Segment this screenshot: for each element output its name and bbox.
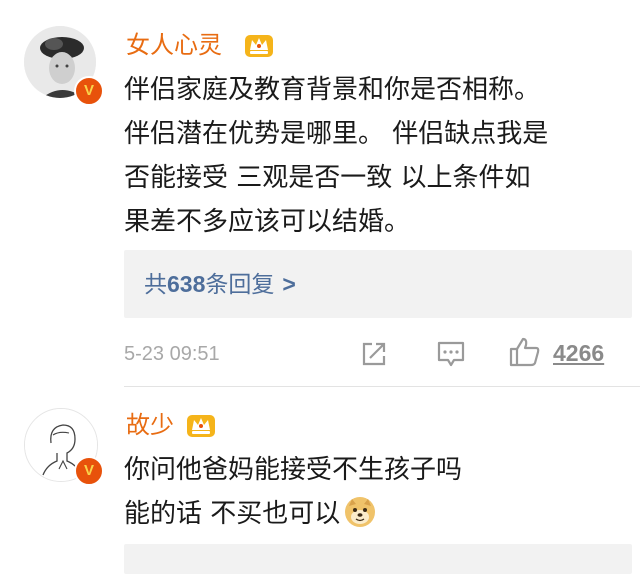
comment-text-line: 否能接受 三观是否一致 以上条件如 [124,163,531,193]
comment-divider [124,386,640,387]
comment-text-line: 你问他爸妈能接受不生孩子吗 [124,455,463,485]
like-count[interactable]: 4266 [553,338,604,368]
comment-item: V 女人心灵 伴侣家庭及教育背景和你是否相称。 伴侣潜在优势是哪里。 伴侣缺点我… [0,0,640,380]
view-replies-link[interactable]: 共638条回复 > [144,268,296,301]
comment-text-line: 能的话 不买也可以 [124,494,376,534]
username[interactable]: 女人心灵 [126,28,222,62]
verified-badge: V [74,76,104,106]
replies-suffix: 条回复 [205,272,275,298]
doge-emoji-icon [345,497,376,527]
comment-text: 能的话 不买也可以 [124,499,341,529]
replies-box[interactable]: 共638条回复 > [124,250,632,318]
comment-timestamp: 5-23 09:51 [124,343,220,365]
replies-prefix: 共 [144,272,167,298]
replies-count: 638 [167,271,206,297]
thumbs-up-icon[interactable] [508,336,542,368]
replies-box[interactable] [124,544,632,574]
crown-vip-icon [245,35,273,57]
share-icon[interactable] [360,340,388,368]
comment-text-line: 伴侣家庭及教育背景和你是否相称。 [124,75,541,105]
verified-badge: V [74,456,104,486]
comment-text-line: 果差不多应该可以结婚。 [124,207,411,237]
username[interactable]: 故少 [126,408,174,442]
chevron-right-icon: > [282,271,296,297]
comment-icon[interactable] [436,340,466,368]
crown-vip-icon [187,415,215,437]
comment-text-line: 伴侣潜在优势是哪里。 伴侣缺点我是 [124,119,549,149]
comment-item: V 故少 你问他爸妈能接受不生孩子吗 能的话 不买也可以 [0,390,640,574]
